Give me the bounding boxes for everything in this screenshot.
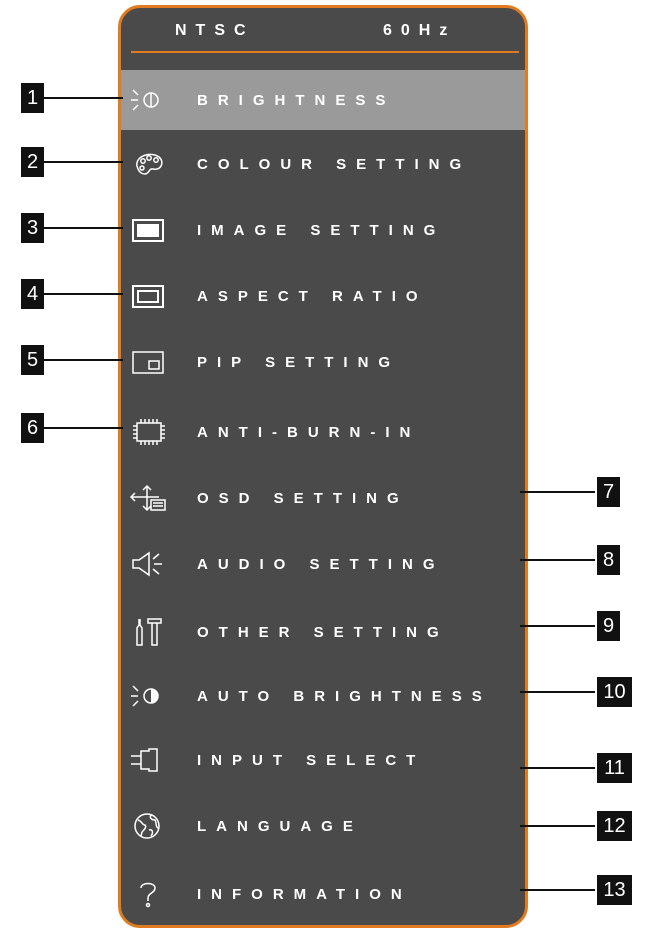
image-icon <box>129 215 169 245</box>
menu-label: IMAGE SETTING <box>197 222 446 239</box>
osd-move-icon <box>129 483 169 513</box>
menu-item-information[interactable]: INFORMATION <box>121 864 525 924</box>
menu-label: INFORMATION <box>197 886 412 903</box>
menu-label: AUTO BRIGHTNESS <box>197 688 492 705</box>
callout-leader <box>520 491 595 493</box>
callout-badge: 11 <box>597 753 632 783</box>
menu-label: PIP SETTING <box>197 354 401 371</box>
menu-label: OSD SETTING <box>197 490 409 507</box>
osd-menu-panel: NTSC 60Hz BRIGHTNESS COLOUR SETTING IMAG… <box>118 5 528 928</box>
callout-leader <box>43 161 123 163</box>
callout-leader <box>520 825 595 827</box>
callout-badge: 5 <box>21 345 44 375</box>
callout-leader <box>43 97 123 99</box>
menu-item-language[interactable]: LANGUAGE <box>121 796 525 856</box>
menu-item-other-setting[interactable]: OTHER SETTING <box>121 602 525 662</box>
auto-brightness-icon <box>129 681 169 711</box>
callout-badge: 12 <box>597 811 632 841</box>
menu-label: AUDIO SETTING <box>197 556 445 573</box>
menu-item-colour-setting[interactable]: COLOUR SETTING <box>121 134 525 194</box>
menu-label: INPUT SELECT <box>197 752 426 769</box>
chip-icon <box>129 417 169 447</box>
header-divider <box>131 51 519 53</box>
speaker-icon <box>129 549 169 579</box>
callout-leader <box>43 359 123 361</box>
callout-badge: 8 <box>597 545 620 575</box>
brightness-icon <box>129 85 169 115</box>
menu-label: LANGUAGE <box>197 818 363 835</box>
question-mark-icon <box>129 879 169 909</box>
callout-leader <box>520 691 595 693</box>
callout-leader <box>520 559 595 561</box>
callout-leader <box>43 227 123 229</box>
palette-icon <box>129 149 169 179</box>
input-connector-icon <box>129 745 169 775</box>
callout-badge: 9 <box>597 611 620 641</box>
callout-badge: 6 <box>21 413 44 443</box>
callout-leader <box>43 427 123 429</box>
menu-label: BRIGHTNESS <box>197 92 396 109</box>
menu-label: ANTI-BURN-IN <box>197 424 421 441</box>
callout-badge: 4 <box>21 279 44 309</box>
callout-leader <box>520 767 595 769</box>
menu-label: ASPECT RATIO <box>197 288 428 305</box>
menu-item-pip-setting[interactable]: PIP SETTING <box>121 332 525 392</box>
menu-label: COLOUR SETTING <box>197 156 472 173</box>
pip-icon <box>129 347 169 377</box>
callout-badge: 10 <box>597 677 632 707</box>
menu-item-auto-brightness[interactable]: AUTO BRIGHTNESS <box>121 666 525 726</box>
callout-leader <box>43 293 123 295</box>
callout-badge: 3 <box>21 213 44 243</box>
signal-header: NTSC 60Hz <box>121 14 525 53</box>
menu-item-input-select[interactable]: INPUT SELECT <box>121 730 525 790</box>
callout-badge: 2 <box>21 147 44 177</box>
tools-icon <box>129 617 169 647</box>
callout-badge: 1 <box>21 83 44 113</box>
menu-item-aspect-ratio[interactable]: ASPECT RATIO <box>121 266 525 326</box>
menu-item-anti-burn-in[interactable]: ANTI-BURN-IN <box>121 402 525 462</box>
menu-label: OTHER SETTING <box>197 624 449 641</box>
globe-icon <box>129 811 169 841</box>
callout-leader <box>520 625 595 627</box>
callout-badge: 7 <box>597 477 620 507</box>
aspect-ratio-icon <box>129 281 169 311</box>
menu-item-image-setting[interactable]: IMAGE SETTING <box>121 200 525 260</box>
callout-leader <box>520 889 595 891</box>
signal-frequency: 60Hz <box>383 22 457 39</box>
signal-format: NTSC <box>175 22 255 39</box>
menu-item-audio-setting[interactable]: AUDIO SETTING <box>121 534 525 594</box>
callout-badge: 13 <box>597 875 632 905</box>
menu-item-osd-setting[interactable]: OSD SETTING <box>121 468 525 528</box>
menu-item-brightness[interactable]: BRIGHTNESS <box>121 70 525 130</box>
